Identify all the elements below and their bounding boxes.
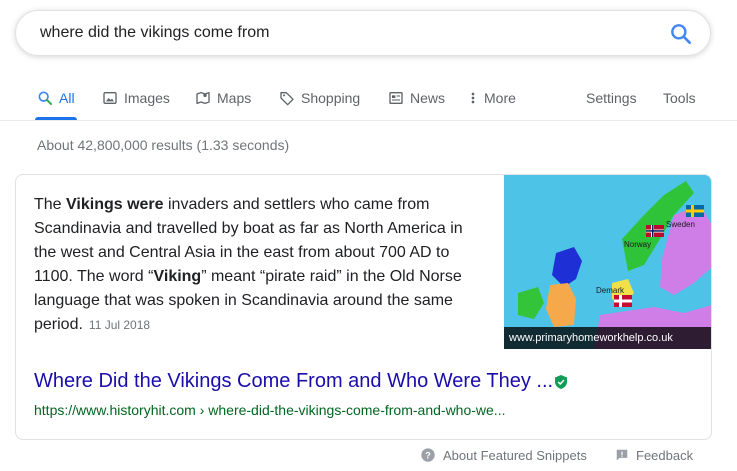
snippet-bold-term: Viking <box>153 268 202 285</box>
about-featured-snippets-label: About Featured Snippets <box>443 447 587 463</box>
map-icon <box>196 92 210 104</box>
result-stats: About 42,800,000 results (1.33 seconds) <box>37 137 290 153</box>
feedback-icon <box>616 449 628 461</box>
sweden-flag <box>686 205 704 217</box>
help-icon: ? <box>421 448 435 462</box>
tab-label: Shopping <box>301 90 361 106</box>
map-label-sweden: Sweden <box>666 220 695 229</box>
snippet-text: The Vikings were invaders and settlers w… <box>34 193 484 337</box>
viking-map-illustration: Sweden Norway Demark <box>504 175 711 349</box>
search-bar[interactable]: where did the vikings come from <box>15 10 711 56</box>
image-icon <box>103 92 117 104</box>
newspaper-icon <box>389 92 403 104</box>
denmark-flag <box>614 295 632 307</box>
tab-news[interactable]: News <box>388 87 445 109</box>
snippet-text-part: The <box>34 196 67 213</box>
tab-all[interactable]: All <box>37 87 75 109</box>
featured-snippet: The Vikings were invaders and settlers w… <box>15 174 712 440</box>
about-featured-snippets-link[interactable]: ? About Featured Snippets <box>420 445 587 465</box>
snippet-map-image[interactable]: Sweden Norway Demark www.primaryhomework… <box>504 175 711 349</box>
tab-images[interactable]: Images <box>102 87 170 109</box>
svg-text:?: ? <box>425 450 431 460</box>
settings-link[interactable]: Settings <box>586 87 637 109</box>
feedback-label: Feedback <box>636 447 694 463</box>
map-label-denmark: Demark <box>596 286 625 295</box>
image-source-caption: www.primaryhomeworkhelp.co.uk <box>504 327 711 349</box>
feedback-link[interactable]: Feedback <box>615 445 693 465</box>
snippet-date: 11 Jul 2018 <box>88 318 151 332</box>
tools-link[interactable]: Tools <box>663 87 696 109</box>
tab-label: All <box>59 90 75 106</box>
norway-flag <box>646 225 664 237</box>
tab-label: More <box>484 90 516 106</box>
tab-more[interactable]: More <box>468 87 516 109</box>
tab-shopping[interactable]: Shopping <box>279 87 360 109</box>
tab-label: Maps <box>217 90 252 106</box>
search-button[interactable] <box>668 21 694 47</box>
search-tabs: All Images Maps Shopping News More Setti… <box>0 76 737 121</box>
search-icon <box>38 91 52 105</box>
more-vert-icon <box>471 92 475 104</box>
tab-label: Images <box>124 90 170 106</box>
map-label-norway: Norway <box>624 240 651 249</box>
result-title-text: Where Did the Vikings Come From and Who … <box>34 370 554 392</box>
snippet-bold-term: Vikings were <box>66 196 164 213</box>
active-tab-indicator <box>35 117 77 120</box>
search-icon <box>671 24 691 44</box>
result-title-link[interactable]: Where Did the Vikings Come From and Who … <box>34 370 568 393</box>
tab-maps[interactable]: Maps <box>195 87 251 109</box>
tag-icon <box>280 92 294 106</box>
search-input[interactable]: where did the vikings come from <box>40 24 269 42</box>
result-url[interactable]: https://www.historyhit.com › where-did-t… <box>34 402 505 418</box>
tab-label: News <box>410 90 446 106</box>
verified-shield-icon <box>555 374 568 389</box>
